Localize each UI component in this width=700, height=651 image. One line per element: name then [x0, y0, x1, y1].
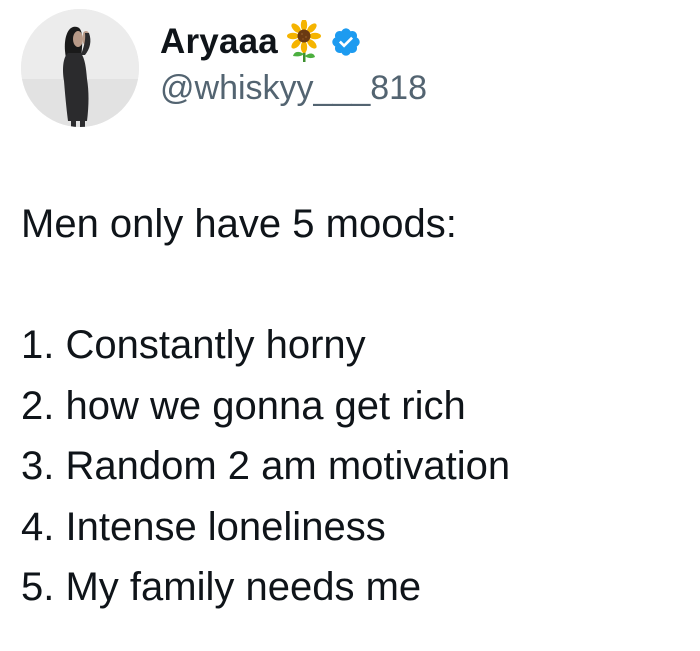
- verified-icon[interactable]: [330, 26, 362, 58]
- avatar-photo: [21, 9, 139, 127]
- tweet-line-intro: Men only have 5 moods:: [21, 202, 457, 246]
- user-handle[interactable]: @whiskyy___818: [160, 69, 427, 108]
- tweet-line-mood-1: 1. Constantly horny: [21, 323, 366, 367]
- tweet-line-mood-3: 3. Random 2 am motivation: [21, 444, 511, 488]
- display-name[interactable]: Aryaaa: [160, 22, 278, 62]
- tweet-line-mood-5: 5. My family needs me: [21, 565, 422, 609]
- sunflower-icon: [284, 19, 324, 64]
- avatar[interactable]: [21, 9, 139, 127]
- tweet-text: Men only have 5 moods: 1. Constantly hor…: [21, 194, 681, 618]
- tweet-line-mood-4: 4. Intense loneliness: [21, 504, 386, 549]
- tweet-line-mood-2: 2. how we gonna get rich: [21, 383, 466, 428]
- author-name-row: Aryaaa: [160, 19, 362, 64]
- tweet-card: Aryaaa @whiskyy___818 Men only have 5 mo…: [0, 0, 700, 651]
